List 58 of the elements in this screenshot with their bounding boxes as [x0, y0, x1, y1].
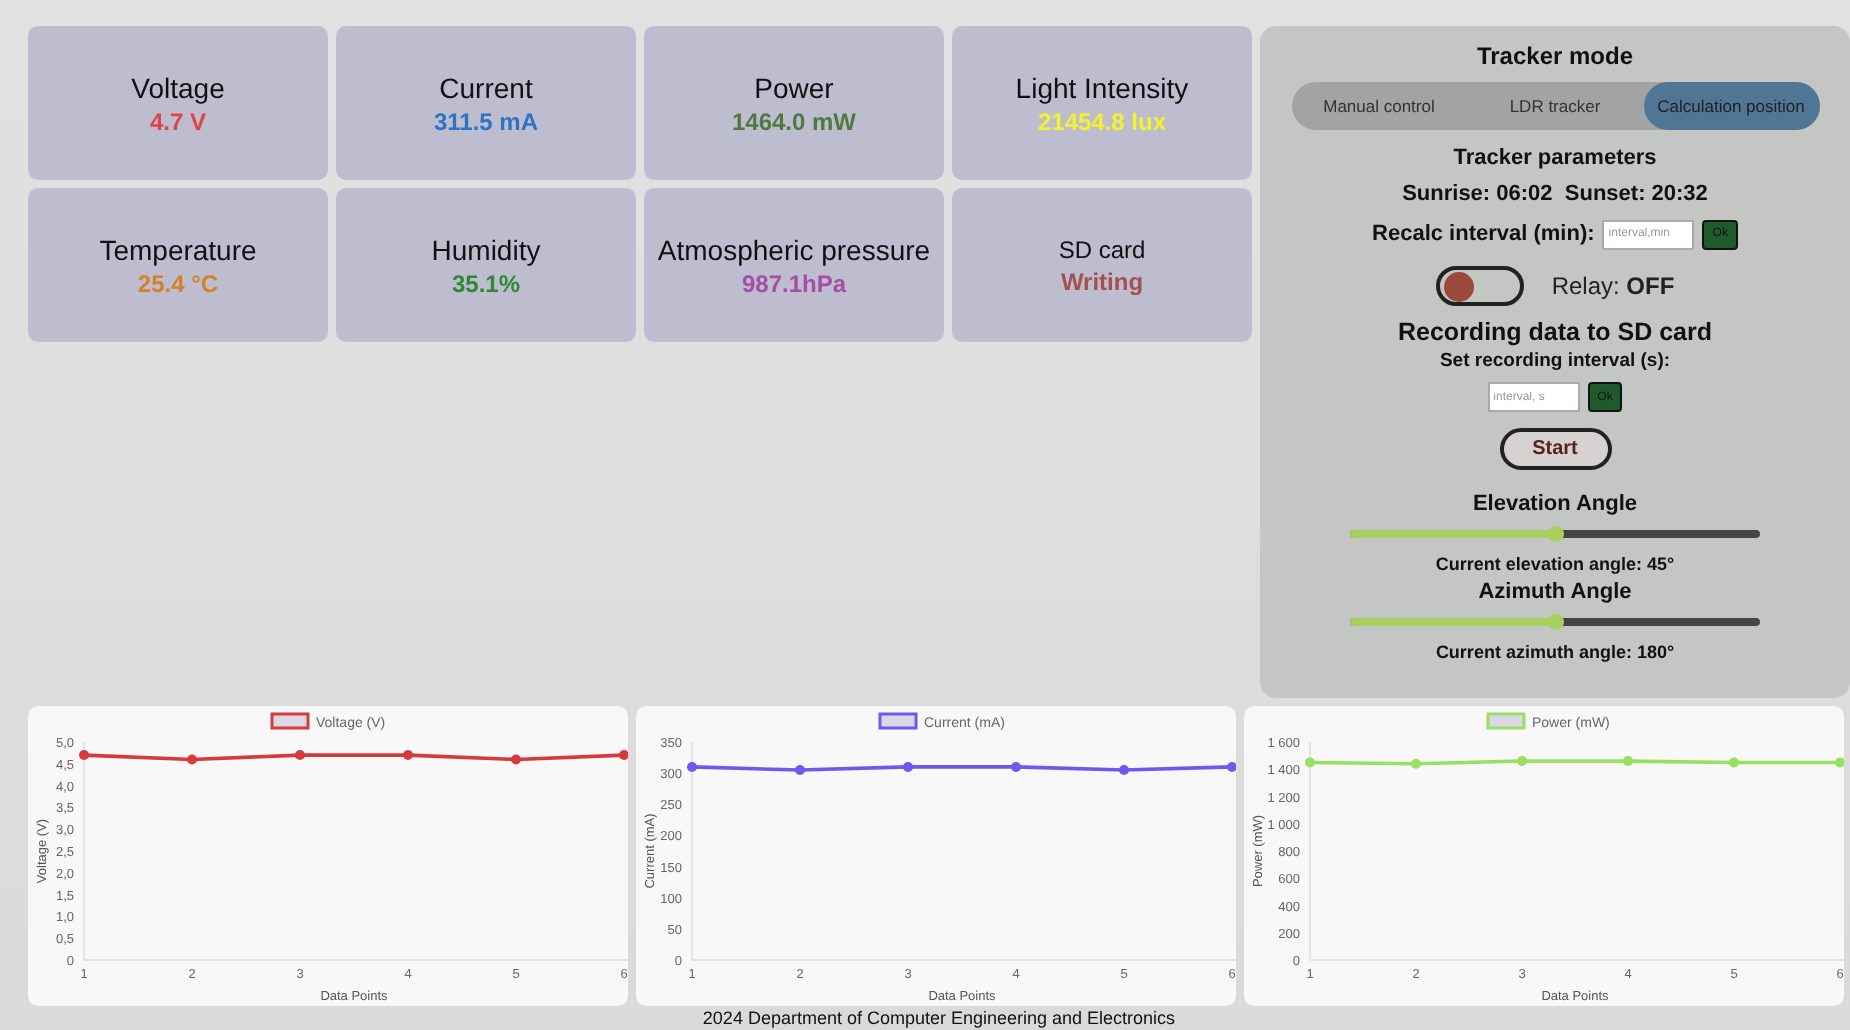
mode-tab[interactable]: Manual control: [1291, 82, 1467, 130]
card-value: 987.1hPa: [741, 269, 847, 297]
card-label: Light Intensity: [1015, 71, 1189, 103]
card-value: 25.4 °C: [137, 269, 219, 297]
data-point: [1835, 757, 1844, 768]
data-point: [1011, 761, 1021, 772]
angle-reading: Current azimuth angle: 180°: [1435, 642, 1675, 662]
card-label: Atmospheric pressure: [657, 233, 931, 265]
card-label: Humidity: [431, 233, 541, 265]
card-label: Power: [754, 71, 834, 103]
data-point: [511, 754, 521, 765]
data-point: [903, 761, 913, 772]
chart-legend: [270, 712, 310, 730]
mode-tab[interactable]: LDR tracker: [1467, 82, 1643, 130]
slider-thumb[interactable]: [1547, 526, 1563, 542]
card-value: 21454.8 lux: [1037, 107, 1167, 135]
data-point: [1227, 761, 1236, 772]
chart-legend: [1486, 712, 1526, 730]
card-label: SD card: [1058, 235, 1146, 263]
slider-thumb[interactable]: [1547, 614, 1563, 630]
start-button[interactable]: Start: [1499, 428, 1611, 470]
data-point: [295, 750, 305, 761]
section-title: Tracker parameters: [1453, 146, 1657, 170]
data-point: [619, 750, 628, 761]
data-point: [795, 765, 805, 776]
card-value: 311.5 mA: [433, 107, 539, 135]
card-label: Current: [439, 71, 533, 103]
card-value: 35.1%: [451, 269, 521, 297]
data-point: [1623, 756, 1633, 767]
angle-reading: Current elevation angle: 45°: [1435, 554, 1675, 574]
card-value: 4.7 V: [149, 107, 207, 135]
data-point: [1119, 765, 1129, 776]
footer-text: 2024 Department of Computer Engineering and Electronics: [700, 1008, 1178, 1028]
card-value: Writing: [1060, 267, 1144, 295]
data-point: [187, 754, 197, 765]
field-label: Recalc interval (min):: [1372, 222, 1595, 246]
relay-status: Relay: OFF: [1551, 272, 1675, 300]
slider-track[interactable]: [1350, 618, 1760, 626]
data-point: [1305, 757, 1315, 768]
mode-tab[interactable]: Calculation position: [1643, 82, 1819, 130]
field-label: Set recording interval (s):: [1439, 350, 1671, 372]
sun-times: Sunrise: 06:02 Sunset: 20:32: [1402, 182, 1708, 206]
panel-title: Tracker mode: [1476, 42, 1634, 70]
card-label: Voltage: [131, 71, 225, 103]
slider-title: Azimuth Angle: [1478, 580, 1632, 604]
data-point: [79, 750, 89, 761]
card-value: 1464.0 mW: [731, 107, 857, 135]
data-point: [687, 761, 697, 772]
card-label: Temperature: [99, 233, 257, 265]
data-point: [403, 750, 413, 761]
data-point: [1411, 758, 1421, 769]
chart-legend: [878, 712, 918, 730]
section-title: Recording data to SD card: [1398, 318, 1712, 346]
slider-track[interactable]: [1350, 530, 1760, 538]
relay-switch[interactable]: [1435, 266, 1524, 306]
data-point: [1517, 756, 1527, 767]
data-point: [1729, 757, 1739, 768]
slider-title: Elevation Angle: [1472, 492, 1638, 516]
